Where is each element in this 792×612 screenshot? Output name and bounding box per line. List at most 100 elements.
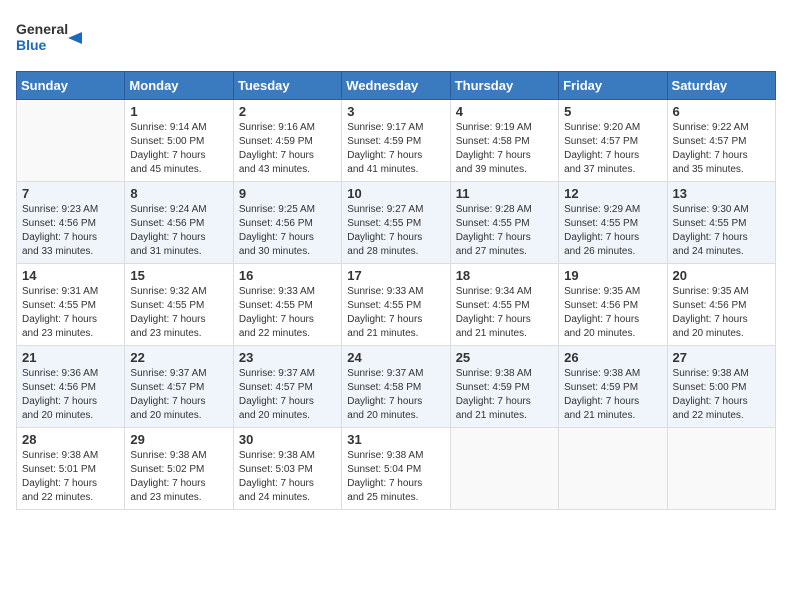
day-info: Sunrise: 9:38 AM Sunset: 5:04 PM Dayligh… xyxy=(347,449,444,505)
day-number: 22 xyxy=(130,350,227,365)
day-info: Sunrise: 9:19 AM Sunset: 4:58 PM Dayligh… xyxy=(456,121,553,177)
day-cell-27: 27 Sunrise: 9:38 AM Sunset: 5:00 PM Dayli… xyxy=(667,346,775,428)
day-cell-4: 4 Sunrise: 9:19 AM Sunset: 4:58 PM Daylig… xyxy=(450,100,558,182)
day-cell-13: 13 Sunrise: 9:30 AM Sunset: 4:55 PM Dayli… xyxy=(667,182,775,264)
calendar-header-row: SundayMondayTuesdayWednesdayThursdayFrid… xyxy=(17,72,776,100)
week-row-0: 1 Sunrise: 9:14 AM Sunset: 5:00 PM Daylig… xyxy=(17,100,776,182)
day-cell-31: 31 Sunrise: 9:38 AM Sunset: 5:04 PM Dayli… xyxy=(342,428,450,510)
day-info: Sunrise: 9:32 AM Sunset: 4:55 PM Dayligh… xyxy=(130,285,227,341)
calendar: SundayMondayTuesdayWednesdayThursdayFrid… xyxy=(16,71,776,510)
day-info: Sunrise: 9:22 AM Sunset: 4:57 PM Dayligh… xyxy=(673,121,770,177)
day-info: Sunrise: 9:33 AM Sunset: 4:55 PM Dayligh… xyxy=(239,285,336,341)
day-info: Sunrise: 9:34 AM Sunset: 4:55 PM Dayligh… xyxy=(456,285,553,341)
day-cell-14: 14 Sunrise: 9:31 AM Sunset: 4:55 PM Dayli… xyxy=(17,264,125,346)
day-info: Sunrise: 9:37 AM Sunset: 4:57 PM Dayligh… xyxy=(239,367,336,423)
week-row-1: 7 Sunrise: 9:23 AM Sunset: 4:56 PM Daylig… xyxy=(17,182,776,264)
day-info: Sunrise: 9:37 AM Sunset: 4:58 PM Dayligh… xyxy=(347,367,444,423)
day-number: 7 xyxy=(22,186,119,201)
day-number: 20 xyxy=(673,268,770,283)
day-number: 11 xyxy=(456,186,553,201)
day-number: 3 xyxy=(347,104,444,119)
day-number: 5 xyxy=(564,104,661,119)
day-cell-1: 1 Sunrise: 9:14 AM Sunset: 5:00 PM Daylig… xyxy=(125,100,233,182)
day-number: 23 xyxy=(239,350,336,365)
day-info: Sunrise: 9:33 AM Sunset: 4:55 PM Dayligh… xyxy=(347,285,444,341)
day-cell-19: 19 Sunrise: 9:35 AM Sunset: 4:56 PM Dayli… xyxy=(559,264,667,346)
empty-cell xyxy=(450,428,558,510)
day-info: Sunrise: 9:35 AM Sunset: 4:56 PM Dayligh… xyxy=(564,285,661,341)
day-info: Sunrise: 9:38 AM Sunset: 5:03 PM Dayligh… xyxy=(239,449,336,505)
day-number: 13 xyxy=(673,186,770,201)
header-day-monday: Monday xyxy=(125,72,233,100)
week-row-2: 14 Sunrise: 9:31 AM Sunset: 4:55 PM Dayli… xyxy=(17,264,776,346)
day-info: Sunrise: 9:35 AM Sunset: 4:56 PM Dayligh… xyxy=(673,285,770,341)
day-number: 4 xyxy=(456,104,553,119)
day-number: 2 xyxy=(239,104,336,119)
day-info: Sunrise: 9:37 AM Sunset: 4:57 PM Dayligh… xyxy=(130,367,227,423)
day-cell-11: 11 Sunrise: 9:28 AM Sunset: 4:55 PM Dayli… xyxy=(450,182,558,264)
day-info: Sunrise: 9:38 AM Sunset: 5:00 PM Dayligh… xyxy=(673,367,770,423)
empty-cell xyxy=(667,428,775,510)
day-info: Sunrise: 9:30 AM Sunset: 4:55 PM Dayligh… xyxy=(673,203,770,259)
header: General Blue xyxy=(16,16,776,61)
header-day-saturday: Saturday xyxy=(667,72,775,100)
day-cell-29: 29 Sunrise: 9:38 AM Sunset: 5:02 PM Dayli… xyxy=(125,428,233,510)
day-number: 31 xyxy=(347,432,444,447)
header-day-sunday: Sunday xyxy=(17,72,125,100)
day-number: 21 xyxy=(22,350,119,365)
day-info: Sunrise: 9:31 AM Sunset: 4:55 PM Dayligh… xyxy=(22,285,119,341)
header-day-tuesday: Tuesday xyxy=(233,72,341,100)
day-info: Sunrise: 9:25 AM Sunset: 4:56 PM Dayligh… xyxy=(239,203,336,259)
day-cell-2: 2 Sunrise: 9:16 AM Sunset: 4:59 PM Daylig… xyxy=(233,100,341,182)
logo: General Blue xyxy=(16,16,106,61)
day-number: 27 xyxy=(673,350,770,365)
day-info: Sunrise: 9:38 AM Sunset: 5:01 PM Dayligh… xyxy=(22,449,119,505)
day-info: Sunrise: 9:23 AM Sunset: 4:56 PM Dayligh… xyxy=(22,203,119,259)
day-info: Sunrise: 9:28 AM Sunset: 4:55 PM Dayligh… xyxy=(456,203,553,259)
day-cell-18: 18 Sunrise: 9:34 AM Sunset: 4:55 PM Dayli… xyxy=(450,264,558,346)
header-day-friday: Friday xyxy=(559,72,667,100)
day-number: 30 xyxy=(239,432,336,447)
day-cell-17: 17 Sunrise: 9:33 AM Sunset: 4:55 PM Dayli… xyxy=(342,264,450,346)
day-number: 15 xyxy=(130,268,227,283)
week-row-4: 28 Sunrise: 9:38 AM Sunset: 5:01 PM Dayli… xyxy=(17,428,776,510)
logo-text: General Blue xyxy=(16,16,106,61)
empty-cell xyxy=(559,428,667,510)
day-cell-25: 25Sunrise: 9:38 AM Sunset: 4:59 PM Dayli… xyxy=(450,346,558,428)
day-number: 19 xyxy=(564,268,661,283)
day-number: 28 xyxy=(22,432,119,447)
day-cell-8: 8Sunrise: 9:24 AM Sunset: 4:56 PM Daylig… xyxy=(125,182,233,264)
svg-text:Blue: Blue xyxy=(16,37,47,53)
day-number: 26 xyxy=(564,350,661,365)
day-cell-24: 24Sunrise: 9:37 AM Sunset: 4:58 PM Dayli… xyxy=(342,346,450,428)
day-info: Sunrise: 9:38 AM Sunset: 5:02 PM Dayligh… xyxy=(130,449,227,505)
day-info: Sunrise: 9:36 AM Sunset: 4:56 PM Dayligh… xyxy=(22,367,119,423)
header-day-wednesday: Wednesday xyxy=(342,72,450,100)
empty-cell xyxy=(17,100,125,182)
header-day-thursday: Thursday xyxy=(450,72,558,100)
day-cell-6: 6 Sunrise: 9:22 AM Sunset: 4:57 PM Daylig… xyxy=(667,100,775,182)
day-info: Sunrise: 9:16 AM Sunset: 4:59 PM Dayligh… xyxy=(239,121,336,177)
day-cell-12: 12Sunrise: 9:29 AM Sunset: 4:55 PM Dayli… xyxy=(559,182,667,264)
day-cell-7: 7 Sunrise: 9:23 AM Sunset: 4:56 PM Daylig… xyxy=(17,182,125,264)
day-cell-5: 5Sunrise: 9:20 AM Sunset: 4:57 PM Daylig… xyxy=(559,100,667,182)
day-number: 6 xyxy=(673,104,770,119)
day-info: Sunrise: 9:24 AM Sunset: 4:56 PM Dayligh… xyxy=(130,203,227,259)
day-info: Sunrise: 9:17 AM Sunset: 4:59 PM Dayligh… xyxy=(347,121,444,177)
day-number: 14 xyxy=(22,268,119,283)
day-number: 1 xyxy=(130,104,227,119)
day-number: 9 xyxy=(239,186,336,201)
svg-text:General: General xyxy=(16,21,68,37)
day-cell-21: 21 Sunrise: 9:36 AM Sunset: 4:56 PM Dayli… xyxy=(17,346,125,428)
day-cell-20: 20 Sunrise: 9:35 AM Sunset: 4:56 PM Dayli… xyxy=(667,264,775,346)
day-number: 29 xyxy=(130,432,227,447)
day-cell-3: 3 Sunrise: 9:17 AM Sunset: 4:59 PM Daylig… xyxy=(342,100,450,182)
day-cell-15: 15 Sunrise: 9:32 AM Sunset: 4:55 PM Dayli… xyxy=(125,264,233,346)
day-number: 17 xyxy=(347,268,444,283)
day-info: Sunrise: 9:14 AM Sunset: 5:00 PM Dayligh… xyxy=(130,121,227,177)
day-cell-10: 10Sunrise: 9:27 AM Sunset: 4:55 PM Dayli… xyxy=(342,182,450,264)
day-info: Sunrise: 9:27 AM Sunset: 4:55 PM Dayligh… xyxy=(347,203,444,259)
day-number: 18 xyxy=(456,268,553,283)
day-cell-23: 23 Sunrise: 9:37 AM Sunset: 4:57 PM Dayli… xyxy=(233,346,341,428)
day-cell-30: 30 Sunrise: 9:38 AM Sunset: 5:03 PM Dayli… xyxy=(233,428,341,510)
